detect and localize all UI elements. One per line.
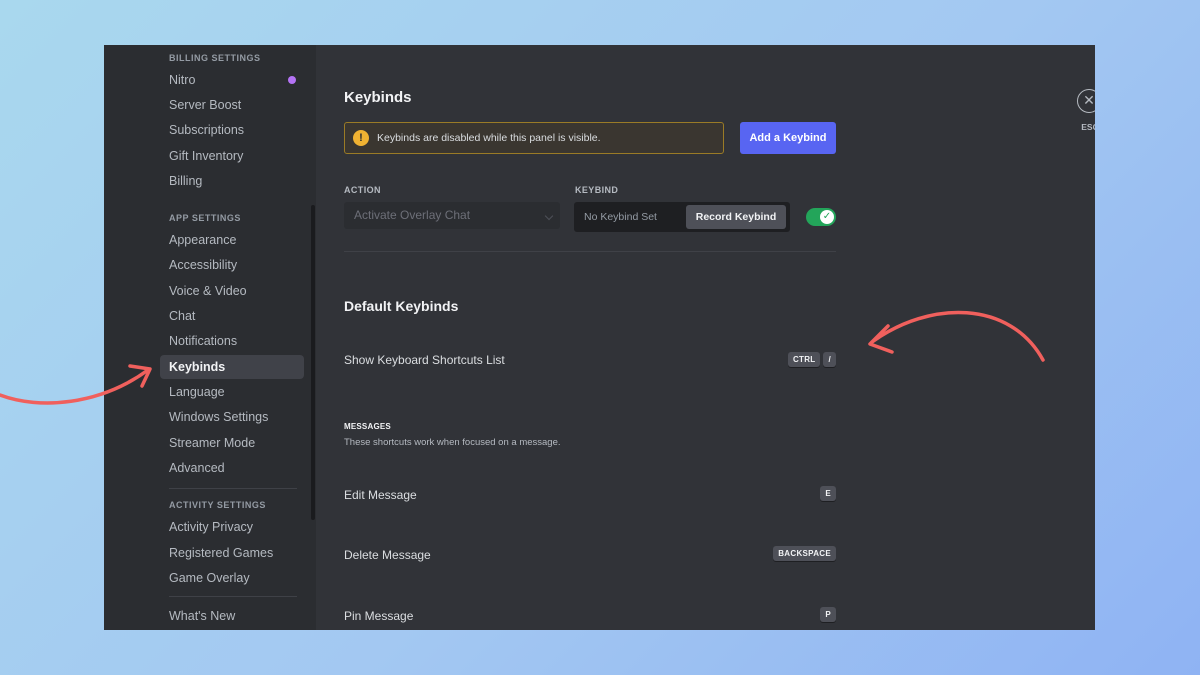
arrow-left-icon [0,364,152,405]
arrow-right-icon [868,310,1045,362]
annotation-arrows [0,310,1045,405]
